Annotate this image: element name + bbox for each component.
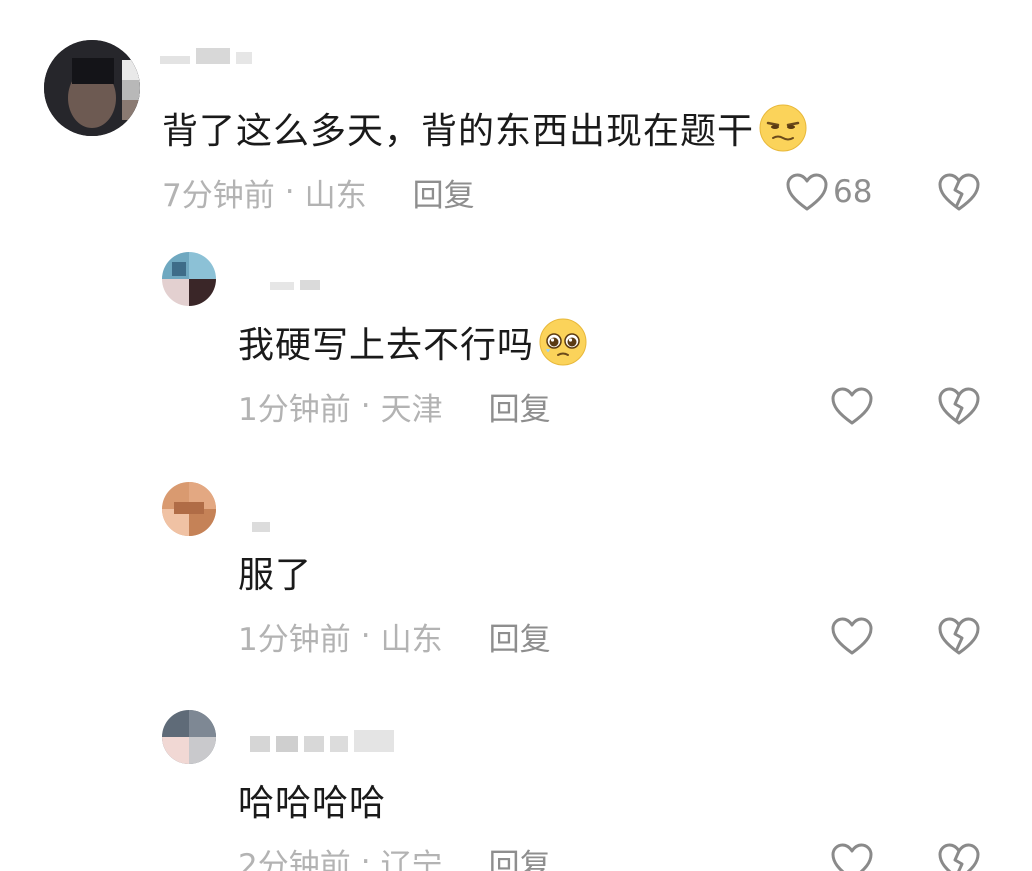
comment-location: 辽宁 [380,847,443,871]
meta-separator: · [284,174,295,210]
comment-location: 山东 [380,621,443,658]
heart-outline-icon [831,617,873,655]
username-pixelated[interactable] [252,522,270,532]
comment-time: 1分钟前 [238,391,351,428]
broken-heart-icon [938,843,980,871]
like-button[interactable] [830,384,874,428]
meta-separator: · [360,844,371,871]
reply-button[interactable]: 回复 [489,840,551,871]
username-pixelated[interactable] [250,730,394,752]
comment-time: 1分钟前 [238,621,351,658]
broken-heart-icon [938,387,980,425]
reply-comment-item: 我硬写上去不行吗 1分钟前 · 天津 回复 [0,240,1032,440]
comment-text: 服了 [238,544,312,600]
comment-text-content: 背了这么多天，背的东西出现在题干 [162,111,755,152]
comment-location: 天津 [380,391,443,428]
comment-text-content: 我硬写上去不行吗 [238,325,535,366]
dislike-button[interactable] [937,384,981,428]
heart-outline-icon [831,843,873,871]
comment-time: 2分钟前 [238,847,351,871]
username-pixelated[interactable] [160,48,252,64]
comment-text: 哈哈哈哈 [238,772,386,828]
avatar[interactable] [44,40,140,136]
heart-outline-icon [786,173,828,211]
username-pixelated[interactable] [270,280,320,290]
dislike-button[interactable] [937,614,981,658]
comment-text-content: 哈哈哈哈 [238,783,387,824]
comment-location: 山东 [304,177,367,214]
broken-heart-icon [938,617,980,655]
avatar[interactable] [162,252,216,306]
comment-text-content: 服了 [238,555,313,596]
comment-meta: 1分钟前 · 天津 回复 [238,384,551,428]
reply-button[interactable]: 回复 [489,384,551,429]
comment-time: 7分钟前 [162,177,275,214]
reply-button[interactable]: 回复 [413,170,475,215]
like-button[interactable]: 68 [785,170,872,214]
reply-comment-item: 哈哈哈哈 2分钟前 · 辽宁 回复 [0,700,1032,871]
comment-meta: 1分钟前 · 山东 回复 [238,614,551,658]
like-count: 68 [833,174,873,210]
meta-separator: · [360,618,371,654]
like-button[interactable] [830,840,874,871]
meta-separator: · [360,388,371,424]
smirk-face-emoji [759,104,807,152]
reply-comment-item: 服了 1分钟前 · 山东 回复 [0,470,1032,670]
comment-text: 背了这么多天，背的东西出现在题干 [162,100,808,156]
dislike-button[interactable] [937,170,981,214]
comment-meta: 7分钟前 · 山东 回复 [162,170,475,214]
pleading-face-emoji [539,318,587,366]
avatar[interactable] [162,710,216,764]
like-button[interactable] [830,614,874,658]
dislike-button[interactable] [937,840,981,871]
avatar[interactable] [162,482,216,536]
comment-item: 背了这么多天，背的东西出现在题干 7分钟前 · 山东 回复 68 [0,0,1032,225]
broken-heart-icon [938,173,980,211]
reply-button[interactable]: 回复 [489,614,551,659]
heart-outline-icon [831,387,873,425]
comment-meta: 2分钟前 · 辽宁 回复 [238,840,551,871]
comment-text: 我硬写上去不行吗 [238,314,588,370]
